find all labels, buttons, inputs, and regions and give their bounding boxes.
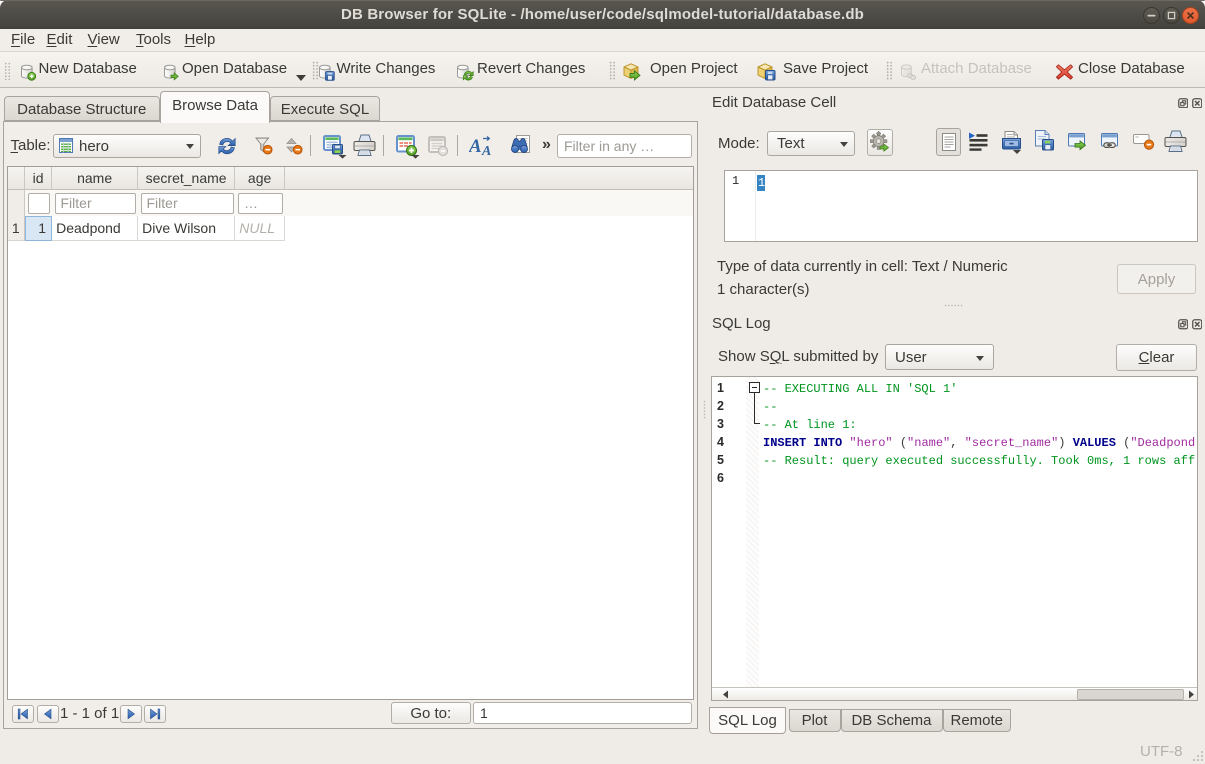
svg-text:A: A <box>469 136 482 157</box>
svg-text:A: A <box>481 144 491 157</box>
